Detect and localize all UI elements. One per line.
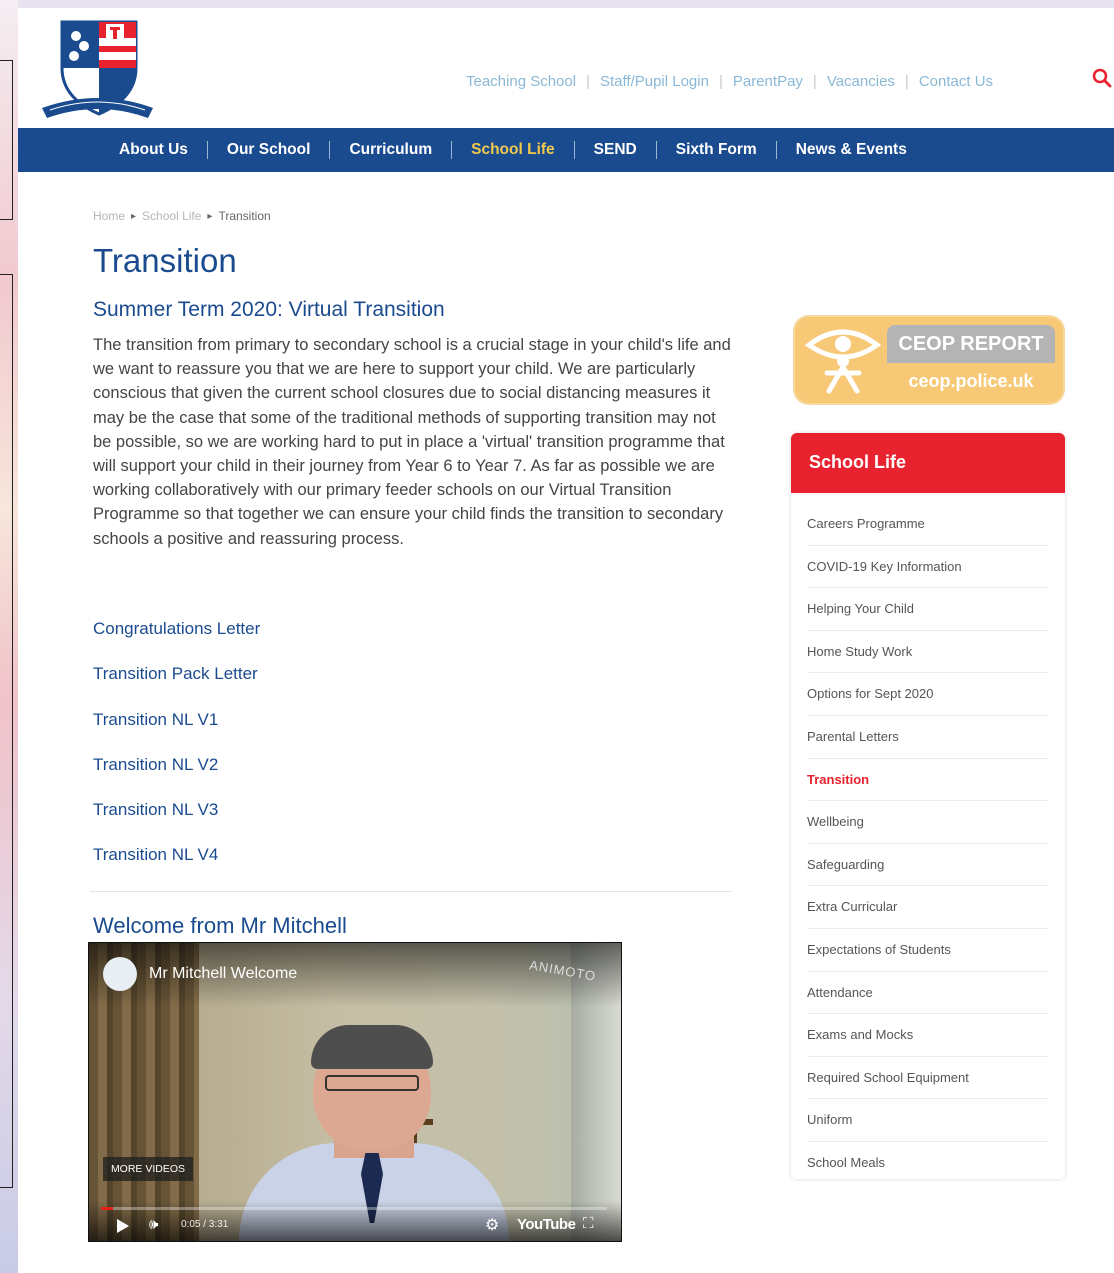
video-figure-hair: [311, 1025, 433, 1069]
top-link-staff-pupil-login[interactable]: Staff/Pupil Login: [600, 73, 709, 90]
gear-icon[interactable]: ⚙: [485, 1215, 499, 1235]
nav-item-label: School Life: [471, 141, 555, 158]
main-navigation: About Us Our School Curriculum School Li…: [18, 128, 1114, 172]
sidebar-item-uniform[interactable]: Uniform: [807, 1099, 1049, 1142]
breadcrumb-school-life[interactable]: School Life: [142, 209, 201, 223]
sidebar-item-parental-letters[interactable]: Parental Letters: [807, 716, 1049, 759]
doc-link-transition-nl-v1[interactable]: Transition NL V1: [93, 710, 260, 755]
sidebar-item-transition[interactable]: Transition: [807, 759, 1049, 802]
sidebar-item-safeguarding[interactable]: Safeguarding: [807, 844, 1049, 887]
doc-link-congratulations-letter[interactable]: Congratulations Letter: [93, 619, 260, 664]
section-subtitle: Summer Term 2020: Virtual Transition: [93, 298, 445, 321]
top-link-vacancies[interactable]: Vacancies: [827, 73, 895, 90]
divider: [90, 891, 732, 892]
ceop-title: CEOP REPORT: [887, 325, 1055, 363]
video-player[interactable]: Mr Mitchell Welcome ANIMOTO MORE VIDEOS …: [89, 943, 621, 1241]
sidebar-item-expectations-of-students[interactable]: Expectations of Students: [807, 929, 1049, 972]
sidebar-item-helping-your-child[interactable]: Helping Your Child: [807, 588, 1049, 631]
left-frame-box: [0, 60, 13, 220]
doc-link-transition-nl-v4[interactable]: Transition NL V4: [93, 845, 260, 890]
ceop-report-button[interactable]: CEOP REPORT ceop.police.uk: [795, 317, 1063, 403]
top-link-teaching-school[interactable]: Teaching School: [466, 73, 576, 90]
video-title[interactable]: Mr Mitchell Welcome: [149, 965, 297, 983]
youtube-logo[interactable]: YouTube: [517, 1216, 576, 1233]
play-icon[interactable]: [117, 1219, 129, 1233]
nav-item-news-events[interactable]: News & Events: [777, 141, 926, 159]
top-link-contact-us[interactable]: Contact Us: [919, 73, 993, 90]
ceop-eye-icon: [804, 329, 882, 394]
separator: |: [718, 72, 723, 90]
top-link-parentpay[interactable]: ParentPay: [733, 73, 803, 90]
fullscreen-icon[interactable]: ⛶: [583, 1215, 594, 1232]
channel-avatar[interactable]: [103, 957, 137, 991]
welcome-heading: Welcome from Mr Mitchell: [93, 913, 347, 938]
top-links: Teaching School | Staff/Pupil Login | Pa…: [466, 70, 993, 92]
sidebar-item-home-study-work[interactable]: Home Study Work: [807, 631, 1049, 674]
video-progress-fill: [101, 1207, 114, 1210]
sidebar-heading: School Life: [791, 433, 1065, 493]
video-time: 0:05 / 3:31: [181, 1219, 229, 1230]
separator: |: [904, 72, 909, 90]
nav-item-label: Our School: [226, 141, 311, 158]
sidebar-item-covid-19-key-information[interactable]: COVID-19 Key Information: [807, 546, 1049, 589]
separator: |: [586, 72, 590, 90]
left-frame-box: [0, 274, 13, 1188]
doc-link-transition-pack-letter[interactable]: Transition Pack Letter: [93, 664, 260, 709]
intro-paragraph: The transition from primary to secondary…: [93, 336, 731, 548]
nav-item-label: Curriculum: [349, 141, 433, 158]
nav-item-label: About Us: [119, 141, 188, 158]
nav-item-sixth-form[interactable]: Sixth Form: [657, 141, 777, 159]
chevron-right-icon: ▸: [207, 210, 213, 222]
doc-link-transition-nl-v3[interactable]: Transition NL V3: [93, 800, 260, 845]
page-title: Transition: [93, 242, 237, 279]
nav-item-label: SEND: [593, 141, 637, 158]
page: Teaching School | Staff/Pupil Login | Pa…: [18, 8, 1114, 1273]
video-progress-bar[interactable]: [101, 1207, 607, 1210]
search-icon[interactable]: [1092, 68, 1112, 88]
sidebar-item-attendance[interactable]: Attendance: [807, 972, 1049, 1015]
nav-item-curriculum[interactable]: Curriculum: [330, 141, 453, 159]
nav-item-label: Sixth Form: [675, 141, 757, 158]
sidebar-item-extra-curricular[interactable]: Extra Curricular: [807, 886, 1049, 929]
doc-link-transition-nl-v2[interactable]: Transition NL V2: [93, 755, 260, 800]
sidebar-item-wellbeing[interactable]: Wellbeing: [807, 801, 1049, 844]
breadcrumb: Home ▸ School Life ▸ Transition: [93, 209, 271, 223]
school-crest-logo[interactable]: [40, 18, 155, 126]
nav-item-label: News & Events: [795, 141, 907, 158]
video-figure-glasses: [325, 1075, 419, 1091]
nav-item-school-life[interactable]: School Life: [452, 141, 575, 159]
sidebar-item-school-meals[interactable]: School Meals: [807, 1142, 1049, 1179]
separator: |: [812, 72, 817, 90]
breadcrumb-current: Transition: [218, 209, 271, 223]
nav-item-about-us[interactable]: About Us: [100, 141, 208, 159]
sidebar-item-options-for-sept-2020[interactable]: Options for Sept 2020: [807, 673, 1049, 716]
sidebar-list: Careers Programme COVID-19 Key Informatio…: [791, 493, 1065, 1179]
chevron-right-icon: ▸: [131, 210, 137, 222]
sidebar-item-exams-and-mocks[interactable]: Exams and Mocks: [807, 1014, 1049, 1057]
volume-icon[interactable]: 🕪: [149, 1216, 158, 1233]
nav-item-send[interactable]: SEND: [575, 141, 657, 159]
breadcrumb-home[interactable]: Home: [93, 209, 125, 223]
sidebar: School Life Careers Programme COVID-19 Ke…: [791, 433, 1065, 1179]
ceop-url: ceop.police.uk: [908, 371, 1034, 391]
background-strip-top: [0, 0, 1114, 8]
nav-item-our-school[interactable]: Our School: [208, 141, 331, 159]
more-videos-button[interactable]: MORE VIDEOS: [103, 1157, 193, 1181]
sidebar-item-careers-programme[interactable]: Careers Programme: [807, 503, 1049, 546]
document-links: Congratulations Letter Transition Pack L…: [93, 619, 260, 891]
sidebar-item-required-school-equipment[interactable]: Required School Equipment: [807, 1057, 1049, 1100]
